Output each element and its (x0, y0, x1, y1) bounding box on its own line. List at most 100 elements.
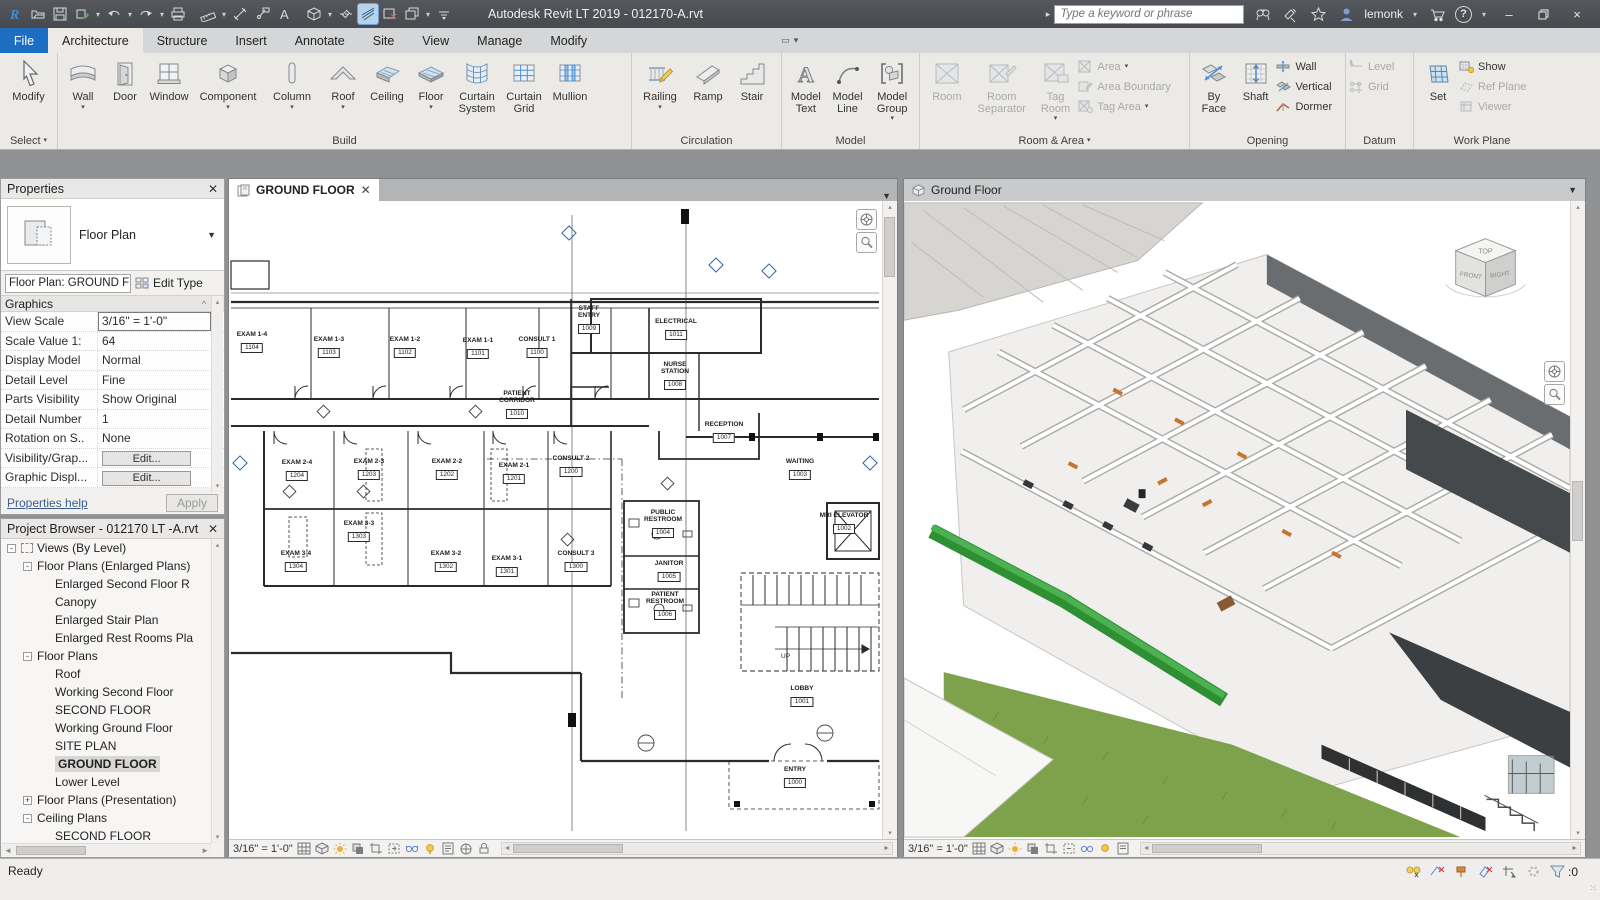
tree-item-floor-plans-presentation[interactable]: + Floor Plans (Presentation) (1, 791, 211, 809)
plan-hscrollbar[interactable]: ◄ ► (500, 842, 893, 855)
zoom-icon[interactable] (1544, 384, 1565, 405)
railing-button[interactable]: Railing ▾ (635, 55, 685, 112)
reveal-hidden-icon[interactable] (1098, 842, 1112, 855)
tag-icon[interactable] (252, 4, 272, 24)
minimize-button[interactable]: – (1496, 4, 1522, 24)
column-button[interactable]: Column ▾ (263, 55, 321, 112)
search-icon[interactable] (1252, 4, 1272, 24)
undo-dropdown-caret[interactable]: ▾ (126, 10, 134, 19)
temporary-view-properties-icon[interactable] (441, 842, 455, 855)
set-work-plane-button[interactable]: Set (1417, 55, 1459, 105)
roof-button[interactable]: Roof ▾ (321, 55, 365, 112)
component-button[interactable]: Component ▾ (193, 55, 263, 112)
restore-button[interactable] (1530, 4, 1556, 24)
ramp-button[interactable]: Ramp (685, 55, 731, 105)
collapse-icon[interactable]: - (23, 813, 32, 823)
select-links-toggle-icon[interactable] (1405, 864, 1422, 879)
detail-number-value[interactable]: 1 (98, 410, 211, 429)
tab-file[interactable]: File (0, 28, 48, 53)
detail-level-icon[interactable] (972, 842, 986, 855)
view-3d-header[interactable]: Ground Floor ▼ (904, 179, 1585, 201)
tree-item-ceiling-second-floor[interactable]: SECOND FLOOR (1, 827, 211, 843)
view-3d-vscrollbar[interactable]: ▴ ▾ (1570, 201, 1585, 839)
filter-icon[interactable] (1549, 864, 1566, 879)
crop-view-icon[interactable] (369, 842, 383, 855)
user-dropdown-caret[interactable]: ▾ (1411, 10, 1419, 19)
save-icon[interactable] (50, 4, 70, 24)
by-face-button[interactable]: By Face (1193, 55, 1235, 116)
temporary-hide-icon[interactable] (405, 842, 419, 855)
default-3d-view-icon[interactable] (304, 4, 324, 24)
tree-item-working-ground-floor[interactable]: Working Ground Floor (1, 719, 211, 737)
chevron-down-icon[interactable]: ▼ (207, 230, 224, 240)
view-scale-value[interactable]: 3/16" = 1'-0" (98, 312, 211, 331)
model-text-button[interactable]: A Model Text (785, 55, 827, 116)
help-dropdown-caret[interactable]: ▾ (1480, 10, 1488, 19)
help-icon[interactable]: ? (1455, 5, 1472, 23)
curtain-grid-button[interactable]: Curtain Grid (501, 55, 547, 116)
ribbon-state-caret-icon[interactable]: ▾ (794, 35, 799, 46)
tree-item-floor-plans[interactable]: - Floor Plans (1, 647, 211, 665)
stair-button[interactable]: Stair (731, 55, 773, 105)
steering-wheel-icon[interactable] (856, 209, 877, 230)
select-pinned-toggle-icon[interactable] (1453, 864, 1470, 879)
resize-grip[interactable]: ⁙ (1589, 883, 1598, 894)
thin-lines-toggle-icon[interactable] (357, 3, 379, 25)
modify-button[interactable]: Modify (11, 55, 45, 105)
user-avatar-icon[interactable] (1336, 4, 1356, 24)
crop-view-icon[interactable] (1044, 842, 1058, 855)
3d-view-dropdown-caret[interactable]: ▾ (326, 10, 334, 19)
graphic-display-edit-button[interactable]: Edit... (102, 470, 192, 486)
edit-type-button[interactable]: Edit Type (135, 276, 203, 290)
ribbon-state-icon[interactable]: ▭ (781, 35, 790, 46)
section-icon[interactable] (336, 4, 356, 24)
type-selector[interactable]: Floor Plan ▼ (1, 199, 224, 271)
tree-item-enlarged-stair-plan[interactable]: Enlarged Stair Plan (1, 611, 211, 629)
mullion-button[interactable]: Mullion (547, 55, 593, 105)
revit-logo-icon[interactable]: R (6, 4, 26, 24)
shaft-button[interactable]: Shaft (1235, 55, 1277, 105)
model-line-button[interactable]: Model Line (827, 55, 869, 116)
instance-selector[interactable]: Floor Plan: GROUND F∨ (5, 273, 131, 293)
plan-vscrollbar[interactable]: ▴ ▾ (882, 201, 897, 839)
tab-annotate[interactable]: Annotate (281, 28, 359, 53)
detail-level-icon[interactable] (297, 842, 311, 855)
view-3d-scale[interactable]: 3/16" = 1'-0" (908, 843, 968, 855)
display-model-value[interactable]: Normal (98, 351, 211, 370)
panel-label-room-area[interactable]: Room & Area ▾ (920, 132, 1189, 149)
constraints-icon[interactable] (477, 842, 491, 855)
visual-style-icon[interactable] (990, 842, 1004, 855)
expand-icon[interactable]: + (23, 795, 32, 805)
show-crop-icon[interactable] (1062, 842, 1076, 855)
reveal-hidden-icon[interactable] (423, 842, 437, 855)
help-search-input[interactable] (1054, 4, 1245, 24)
app-store-cart-icon[interactable] (1427, 4, 1447, 24)
close-button[interactable]: × (1564, 4, 1590, 24)
tree-item-working-second-floor[interactable]: Working Second Floor (1, 683, 211, 701)
sun-path-icon[interactable] (1008, 842, 1022, 855)
switch-windows-dropdown-caret[interactable]: ▾ (424, 10, 432, 19)
properties-help-link[interactable]: Properties help (7, 496, 88, 510)
tab-list-caret-icon[interactable]: ▼ (876, 191, 897, 201)
scale-value[interactable]: 64 (98, 332, 211, 351)
aligned-dimension-icon[interactable] (230, 4, 250, 24)
wall-button[interactable]: Wall ▾ (61, 55, 105, 112)
tree-item-site-plan[interactable]: SITE PLAN (1, 737, 211, 755)
switch-windows-icon[interactable] (402, 4, 422, 24)
tree-item-second-floor[interactable]: SECOND FLOOR (1, 701, 211, 719)
customize-qat-icon[interactable] (434, 4, 454, 24)
select-by-face-toggle-icon[interactable] (1477, 864, 1494, 879)
tree-item-views-by-level[interactable]: - Views (By Level) (1, 539, 211, 557)
curtain-system-button[interactable]: Curtain System (453, 55, 501, 116)
zoom-icon[interactable] (856, 232, 877, 253)
collapse-icon[interactable]: - (23, 651, 32, 661)
tree-item-enlarged-rest-rooms[interactable]: Enlarged Rest Rooms Pla (1, 629, 211, 647)
select-underlay-toggle-icon[interactable] (1429, 864, 1446, 879)
open-icon[interactable] (28, 4, 48, 24)
tab-site[interactable]: Site (359, 28, 409, 53)
tab-manage[interactable]: Manage (463, 28, 536, 53)
tree-item-roof[interactable]: Roof (1, 665, 211, 683)
signed-in-user[interactable]: lemonk (1364, 7, 1403, 21)
parts-visibility-value[interactable]: Show Original (98, 390, 211, 409)
show-crop-icon[interactable] (387, 842, 401, 855)
